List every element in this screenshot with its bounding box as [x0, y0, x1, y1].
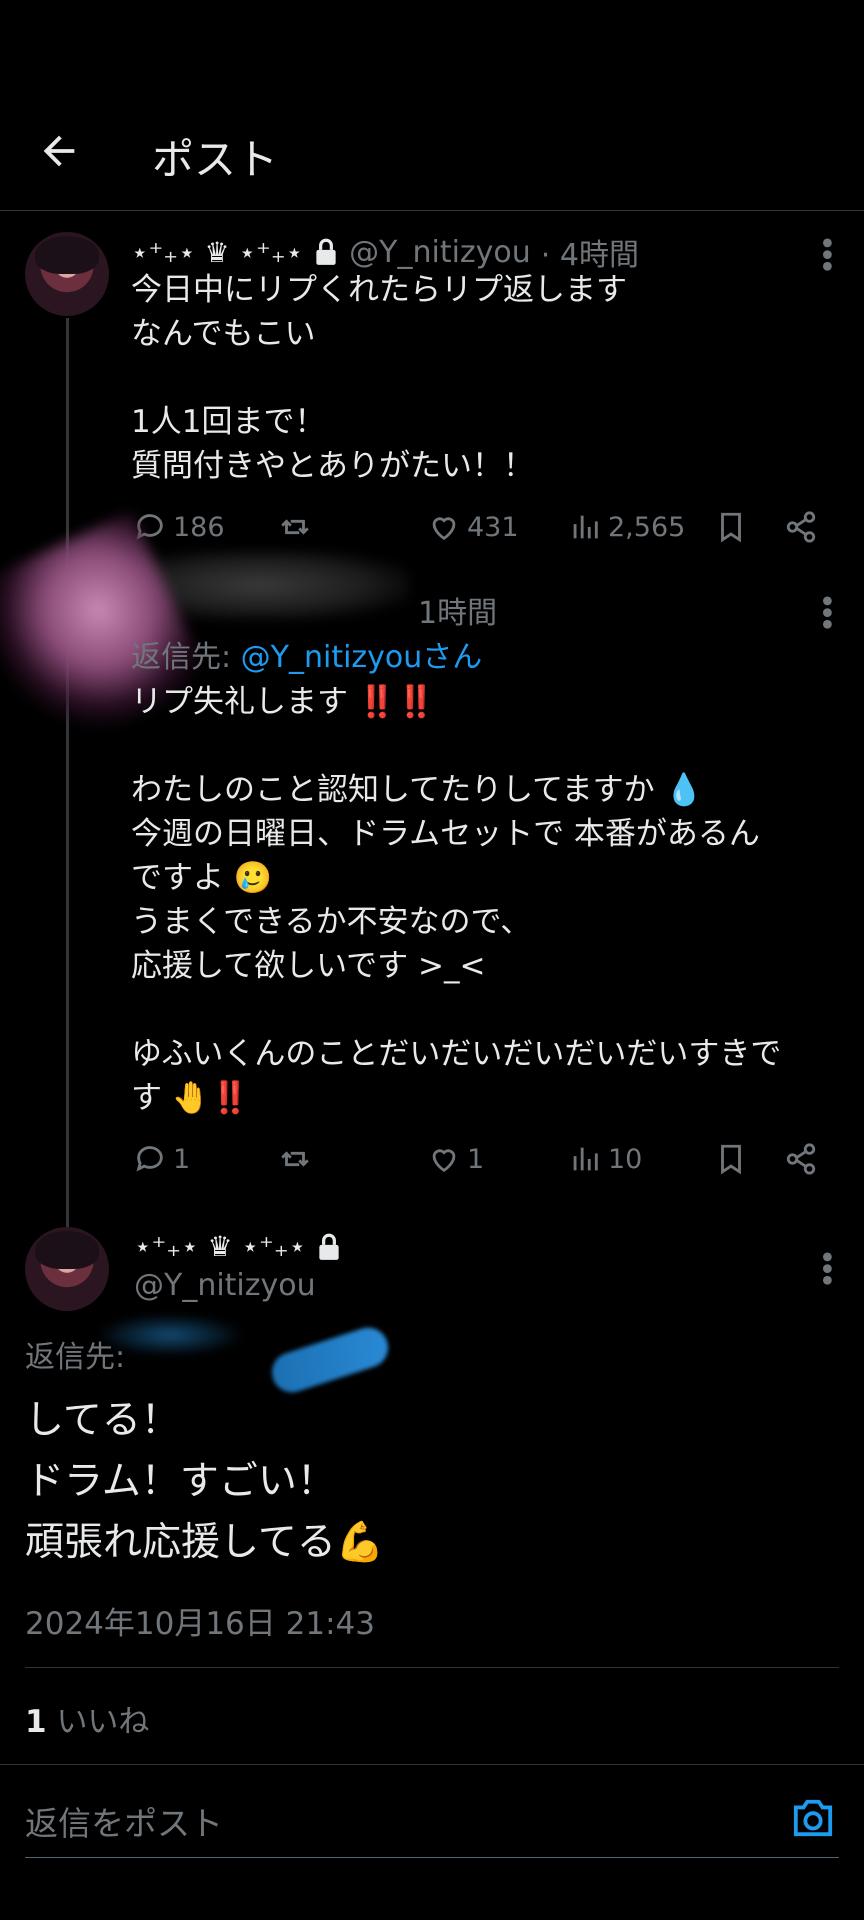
back-arrow-icon[interactable] — [36, 128, 82, 174]
post-body: してる！ ドラム！すごい！ 頑張れ応援してる💪 — [25, 1398, 385, 1565]
reply-to-line: 返信先: @Y_nitizyouさん — [131, 632, 482, 676]
like-count: 1 — [467, 1143, 485, 1175]
share-icon — [786, 1143, 816, 1175]
page-title: ポスト — [152, 135, 279, 184]
redaction-scribble — [266, 1322, 394, 1398]
share-icon — [786, 511, 816, 543]
reply-button[interactable]: 186 — [133, 510, 225, 544]
views-button[interactable]: 2,565 — [568, 510, 685, 544]
like-icon — [432, 1149, 456, 1173]
more-icon[interactable]: ••• — [808, 234, 843, 269]
avatar[interactable] — [25, 1227, 109, 1311]
repost-icon — [281, 519, 309, 535]
camera-icon[interactable] — [790, 1796, 836, 1838]
repost-button[interactable] — [278, 510, 312, 544]
lock-icon — [319, 1233, 339, 1260]
reply-to-label: 返信先: — [131, 640, 241, 675]
views-icon — [573, 1147, 598, 1171]
share-button[interactable] — [784, 510, 818, 544]
like-label: いいね — [56, 1704, 150, 1740]
likes-summary[interactable]: 1 いいね — [25, 1696, 149, 1741]
repost-button[interactable] — [278, 1142, 312, 1176]
display-name[interactable]: ⋆⁺₊⋆ ♛ ⋆⁺₊⋆ — [131, 236, 303, 269]
like-button[interactable]: 431 — [427, 510, 519, 544]
more-icon[interactable]: ••• — [808, 1248, 843, 1283]
post-time[interactable]: 1時間 — [418, 588, 497, 632]
share-button[interactable] — [784, 1142, 818, 1176]
reply-to-handle[interactable]: @Y_nitizyou — [241, 640, 423, 675]
views-count: 2,565 — [608, 511, 686, 543]
reply-count: 1 — [173, 1143, 191, 1175]
reply-icon — [136, 1146, 163, 1172]
avatar[interactable] — [25, 232, 109, 316]
post-body-line1: リプ失礼します ‼️‼️ — [131, 684, 436, 720]
divider — [0, 1764, 864, 1765]
reply-count: 186 — [173, 511, 225, 543]
views-icon — [573, 515, 598, 539]
repost-icon — [281, 1151, 309, 1167]
reply-to-suffix[interactable]: さん — [422, 640, 482, 675]
bookmark-button[interactable] — [714, 510, 748, 544]
composer-underline — [25, 1857, 839, 1858]
display-name[interactable]: ⋆⁺₊⋆ ♛ ⋆⁺₊⋆ — [134, 1230, 306, 1263]
post-body: わたしのこと認知してたりしてますか 💧 今週の日曜日、ドラムセットで 本番がある… — [131, 772, 782, 1116]
redaction-scribble — [100, 1315, 240, 1355]
reply-input[interactable]: 返信をポスト — [25, 1797, 223, 1845]
reply-button[interactable]: 1 — [133, 1142, 190, 1176]
header-divider — [0, 210, 864, 211]
more-icon[interactable]: ••• — [808, 592, 843, 627]
like-button[interactable]: 1 — [427, 1142, 484, 1176]
bookmark-icon — [721, 512, 741, 543]
like-count: 431 — [467, 511, 519, 543]
post-timestamp[interactable]: 2024年10月16日 21:43 — [25, 1598, 375, 1643]
lock-icon — [316, 238, 336, 265]
bookmark-button[interactable] — [714, 1142, 748, 1176]
views-button[interactable]: 10 — [568, 1142, 642, 1176]
like-icon — [432, 517, 456, 541]
post-body: 今日中にリプくれたらリプ返します なんでもこい 1人1回まで！ 質問付きやとあり… — [131, 272, 627, 484]
handle[interactable]: @Y_nitizyou — [349, 235, 531, 270]
views-count: 10 — [608, 1143, 643, 1175]
divider — [25, 1667, 839, 1668]
handle[interactable]: @Y_nitizyou — [134, 1268, 316, 1303]
thread-line — [66, 318, 69, 1228]
post3-name-row: ⋆⁺₊⋆ ♛ ⋆⁺₊⋆ — [134, 1230, 342, 1263]
like-count: 1 — [25, 1704, 47, 1740]
bookmark-icon — [721, 1144, 741, 1175]
